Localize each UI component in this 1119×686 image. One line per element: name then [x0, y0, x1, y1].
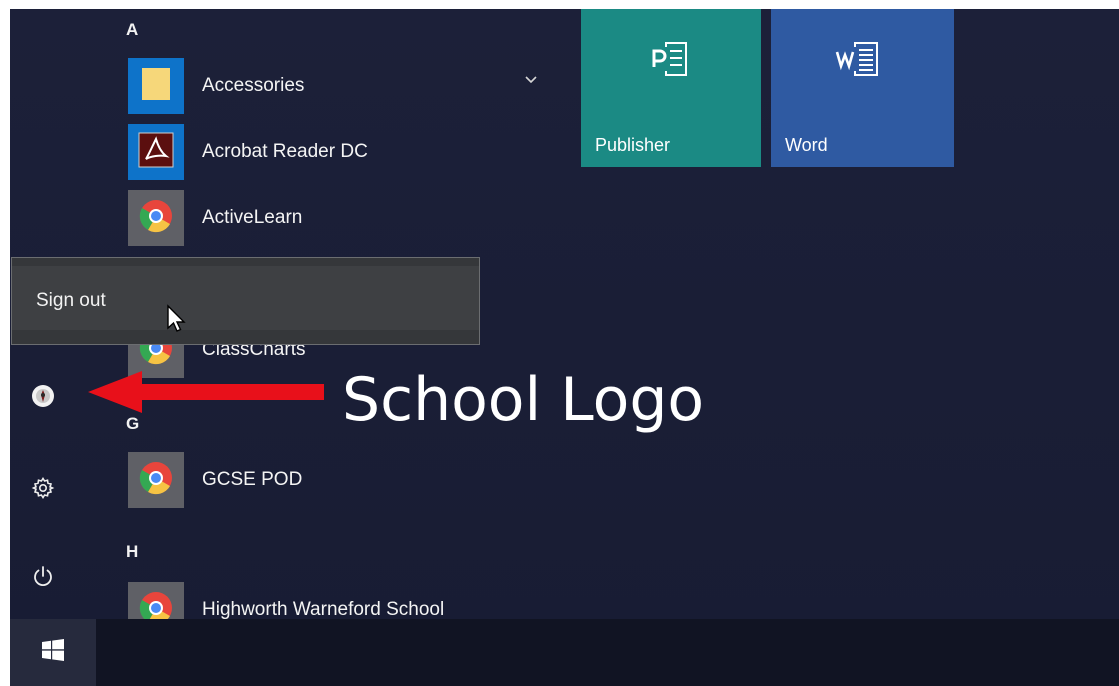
- app-item-activelearn[interactable]: ActiveLearn: [128, 190, 548, 246]
- app-label-highworth-warneford-school: Highworth Warneford School: [202, 599, 445, 620]
- power-icon[interactable]: [27, 560, 59, 592]
- tile-word[interactable]: Word: [771, 9, 954, 167]
- windows-logo-icon: [42, 639, 64, 666]
- acrobat-icon: [138, 132, 174, 173]
- folder-icon: [141, 67, 171, 106]
- app-tile: [128, 452, 184, 508]
- app-item-gcse-pod[interactable]: GCSE POD: [128, 452, 548, 508]
- section-header-a: A: [126, 20, 139, 39]
- start-button[interactable]: [10, 619, 96, 686]
- app-item-acrobat-reader-dc[interactable]: Acrobat Reader DC: [128, 124, 548, 180]
- sign-out-menu-item[interactable]: Sign out: [12, 266, 479, 332]
- chrome-icon: [139, 199, 173, 238]
- chrome-icon: [139, 461, 173, 500]
- section-header-h: H: [126, 542, 139, 561]
- settings-icon[interactable]: [27, 472, 59, 504]
- tile-label-word: Word: [785, 135, 828, 155]
- app-tile: [128, 124, 184, 180]
- taskbar: [10, 619, 1119, 686]
- app-label-gcse-pod: GCSE POD: [202, 469, 303, 490]
- word-icon: [831, 39, 887, 84]
- mouse-cursor-icon: [166, 304, 188, 339]
- publisher-icon: [646, 39, 698, 84]
- school-logo-icon[interactable]: [27, 380, 59, 412]
- chevron-down-icon[interactable]: [524, 72, 538, 90]
- account-popup-menu: Sign out: [11, 257, 480, 345]
- app-label-accessories: Accessories: [202, 75, 305, 96]
- app-label-activelearn: ActiveLearn: [202, 207, 303, 228]
- red-arrow-icon: [86, 369, 326, 420]
- start-menu: A G H Accessories Acrobat Reader DC Acti…: [10, 9, 1119, 686]
- app-tile: [128, 190, 184, 246]
- app-tile: [128, 58, 184, 114]
- app-item-accessories[interactable]: Accessories: [128, 58, 548, 114]
- tile-publisher[interactable]: Publisher: [581, 9, 761, 167]
- tile-label-publisher: Publisher: [595, 135, 671, 155]
- annotation-text: School Logo: [342, 365, 705, 435]
- app-label-acrobat-reader-dc: Acrobat Reader DC: [202, 141, 368, 162]
- sign-out-label: Sign out: [36, 290, 106, 311]
